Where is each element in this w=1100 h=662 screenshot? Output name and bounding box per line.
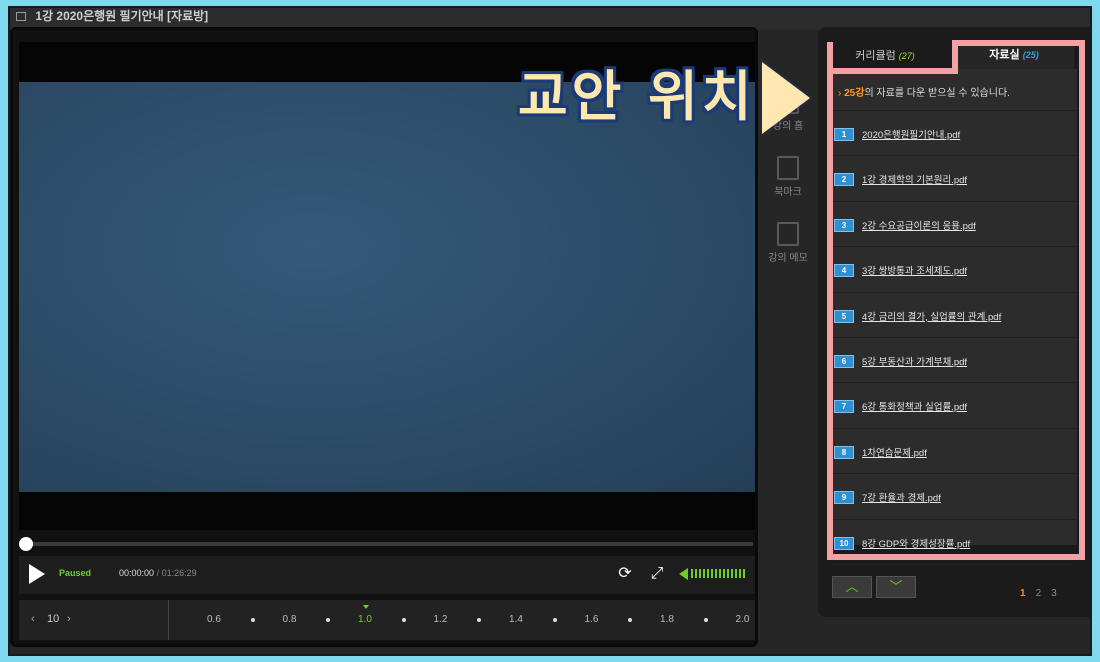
step-decrease-button[interactable]: ‹ (31, 613, 35, 625)
selected-speed-caret-icon (363, 605, 369, 609)
speed-bar: ‹ 10 › 0.6 0.8 1.0 1.2 1.4 1.6 1.8 2.0 (19, 600, 755, 640)
seek-bar[interactable] (19, 537, 753, 551)
time-display: 00:00:00 / 01:26:29 (119, 568, 197, 578)
speed-dot (326, 618, 331, 622)
memo-icon (777, 222, 799, 246)
bookmark-add-icon (777, 156, 799, 180)
time-separator: / (156, 568, 160, 578)
speed-option[interactable]: 2.0 (736, 614, 750, 625)
repeat-icon[interactable]: ⟳ (615, 564, 635, 584)
volume-control[interactable] (679, 566, 749, 582)
skip-step-control: ‹ 10 › (19, 600, 169, 640)
total-time: 01:26:29 (161, 568, 197, 578)
bookmark-label: 북마크 (774, 187, 802, 198)
speed-option[interactable]: 1.2 (434, 614, 448, 625)
speed-option[interactable]: 1.8 (660, 614, 674, 625)
page-link[interactable]: 1 (1020, 588, 1026, 599)
bookmark-button[interactable]: 북마크 (758, 156, 818, 198)
speed-dot (703, 618, 708, 622)
play-button[interactable] (29, 564, 45, 584)
pagination: 123 (1020, 588, 1067, 599)
page-link[interactable]: 3 (1051, 588, 1057, 599)
page-up-button[interactable]: ︿ (832, 576, 872, 598)
speed-dot (628, 618, 633, 622)
annotation-label: 교안 위치 (518, 65, 756, 128)
fullscreen-icon[interactable]: ⤢ (647, 564, 667, 584)
speed-option[interactable]: 1.0 (358, 614, 372, 625)
speed-option[interactable]: 1.4 (509, 614, 523, 625)
memo-button[interactable]: 강의 메모 (758, 222, 818, 264)
control-bar: Paused 00:00:00 / 01:26:29 ⟳ ⤢ (19, 556, 755, 594)
speed-dot (401, 618, 406, 622)
speed-option[interactable]: 0.6 (207, 614, 221, 625)
video-screen[interactable] (19, 82, 755, 492)
page-link[interactable]: 2 (1036, 588, 1042, 599)
volume-slider[interactable] (691, 569, 747, 578)
step-value: 10 (47, 613, 60, 625)
playback-status: Paused (59, 568, 92, 578)
current-time: 00:00:00 (119, 568, 155, 578)
speed-option[interactable]: 0.8 (283, 614, 297, 625)
window-icon (16, 12, 26, 22)
step-increase-button[interactable]: › (67, 613, 71, 625)
highlight-frame (827, 42, 1085, 560)
window-title: 1강 2020은행원 필기안내 [자료방] (35, 9, 209, 23)
speed-option[interactable]: 1.6 (585, 614, 599, 625)
seek-knob[interactable] (19, 537, 33, 551)
page-down-button[interactable]: ﹀ (876, 576, 916, 598)
speed-dot (552, 618, 557, 622)
speed-dot (250, 618, 255, 622)
speaker-icon[interactable] (679, 568, 688, 580)
annotation-arrow-icon (762, 62, 810, 134)
speed-dot (477, 618, 482, 622)
memo-label: 강의 메모 (768, 253, 808, 264)
